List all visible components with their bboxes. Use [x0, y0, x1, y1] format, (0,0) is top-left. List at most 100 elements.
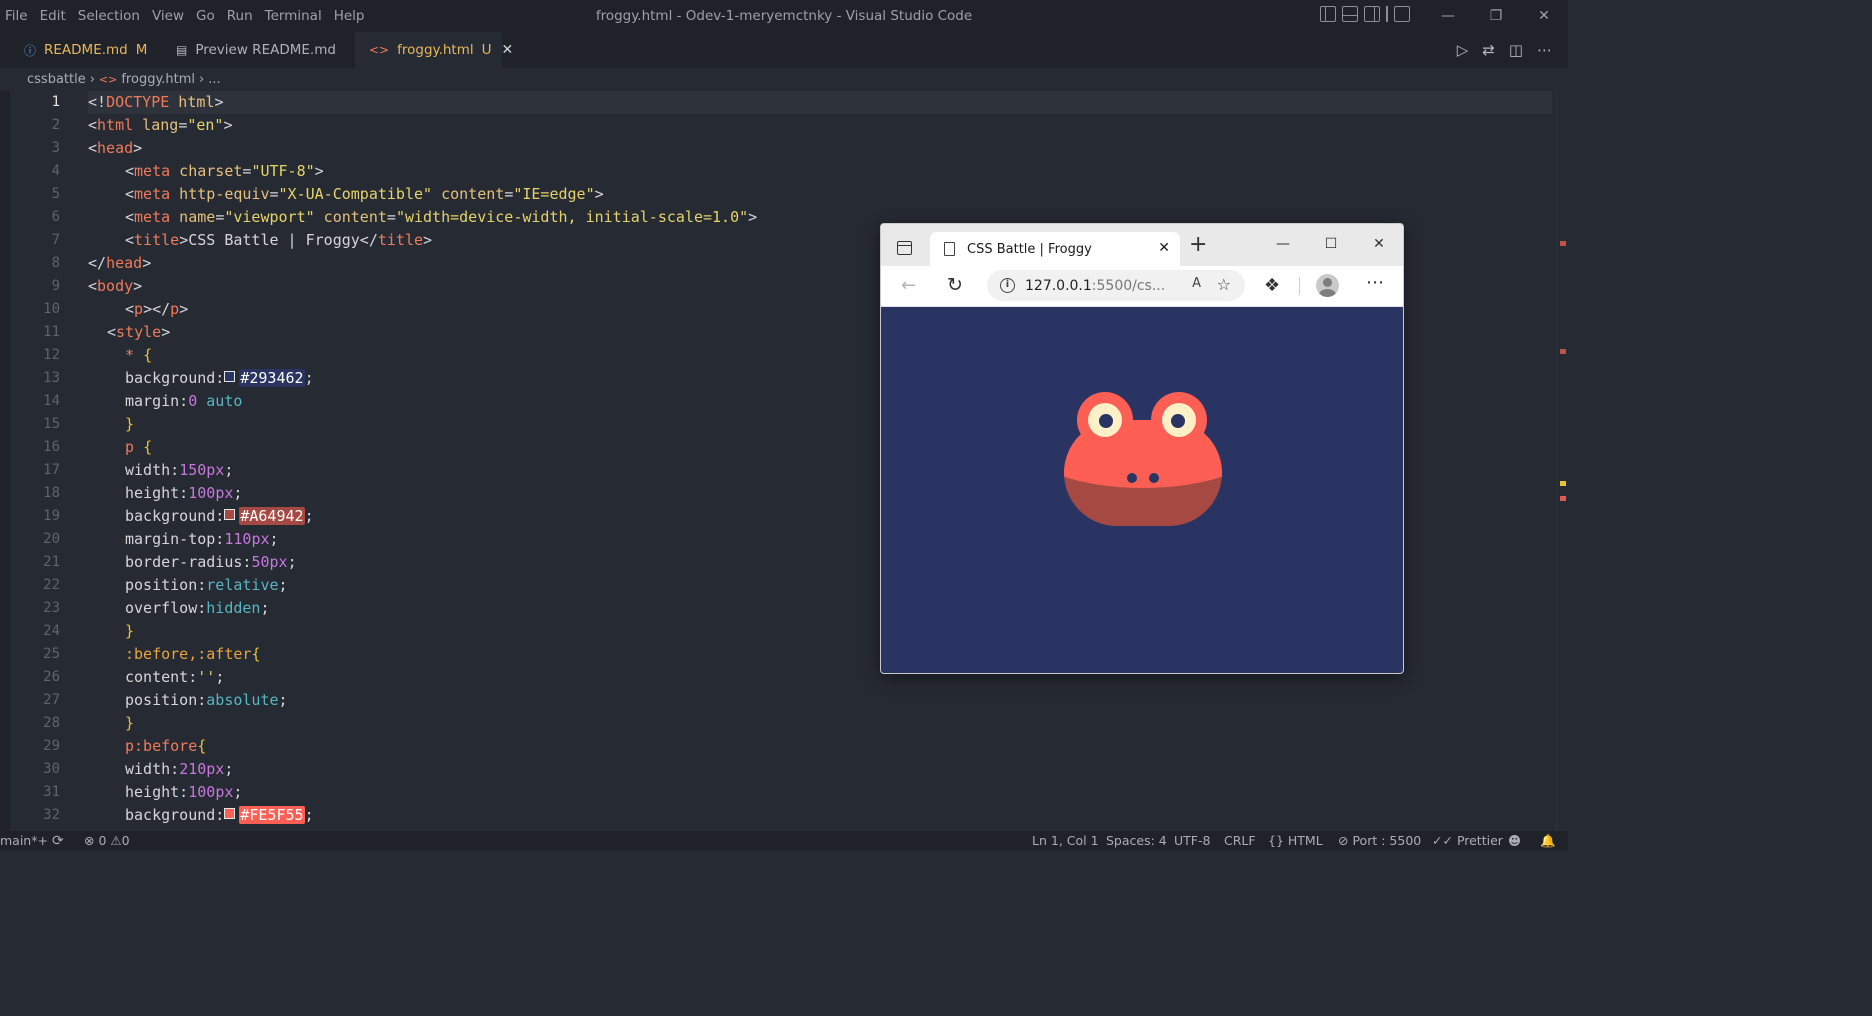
indentation[interactable]: Spaces: 4: [1106, 831, 1167, 851]
code-line: content:'';: [125, 668, 225, 686]
code-line: }: [125, 622, 135, 640]
color-hex: #FE5F55: [239, 806, 305, 824]
sidebar-icon[interactable]: [897, 241, 912, 255]
cursor-position[interactable]: Ln 1, Col 1: [1032, 831, 1099, 851]
color-swatch[interactable]: [224, 808, 236, 819]
live-server-port[interactable]: ⊘ Port : 5500: [1338, 831, 1421, 851]
extensions-icon[interactable]: ❖: [1264, 275, 1280, 296]
compare-icon[interactable]: ⇄: [1482, 41, 1495, 59]
close-icon[interactable]: ✕: [1158, 240, 1170, 256]
end-of-line[interactable]: CRLF: [1224, 831, 1256, 851]
line-number: 15: [43, 416, 60, 432]
menu-selection[interactable]: Selection: [72, 8, 146, 24]
menu-view[interactable]: View: [146, 8, 190, 24]
html-file-icon: <>: [369, 43, 390, 57]
split-editor-icon[interactable]: ◫: [1509, 41, 1523, 59]
browser-close-button[interactable]: ✕: [1355, 224, 1403, 264]
browser-toolbar: ← ↻ i 127.0.0.1:5500/cs... A ☆ ❖ ⋯: [881, 266, 1403, 307]
breadcrumb-folder[interactable]: cssbattle: [27, 72, 86, 87]
code-line: <title>CSS Battle | Froggy</title>: [125, 231, 433, 249]
minimize-button[interactable]: —: [1424, 0, 1472, 32]
frog-pupil-left: [1099, 414, 1113, 428]
ruler-marker: [1560, 349, 1566, 354]
code-line: }: [125, 714, 135, 732]
color-swatch[interactable]: [224, 371, 236, 382]
code-line: background: #293462;: [125, 369, 314, 387]
profile-icon[interactable]: [1316, 274, 1339, 297]
more-icon[interactable]: ⋯: [1366, 272, 1385, 293]
tab-preview-readme[interactable]: ▤ Preview README.md: [160, 32, 355, 68]
close-icon[interactable]: ✕: [502, 42, 514, 58]
browser-tab[interactable]: CSS Battle | Froggy ✕: [930, 232, 1180, 266]
browser-window[interactable]: CSS Battle | Froggy ✕ + — ☐ ✕ ← ↻ i 127.…: [880, 223, 1404, 674]
braces-icon: {}: [1268, 833, 1284, 848]
warning-icon: ⚠: [110, 833, 122, 848]
bell-icon[interactable]: 🔔: [1540, 831, 1556, 851]
line-number: 7: [51, 232, 60, 248]
code-line: margin:0 auto: [125, 392, 243, 410]
url-text: 127.0.0.1:5500/cs...: [1025, 277, 1166, 294]
code-line: <style>: [107, 323, 171, 341]
toggle-primary-sidebar-icon[interactable]: [1320, 6, 1336, 22]
browser-maximize-button[interactable]: ☐: [1307, 224, 1355, 264]
line-number: 20: [43, 531, 60, 547]
toggle-secondary-sidebar-icon[interactable]: [1364, 6, 1380, 22]
tab-readme[interactable]: ⓘ README.md M: [0, 32, 160, 68]
frog-face: [1064, 420, 1222, 488]
branch-indicator[interactable]: main*+: [0, 831, 48, 851]
check-icon: ✓✓: [1432, 833, 1453, 848]
status-bar: main*+ ⟳ ⊗ 0 ⚠0 Ln 1, Col 1 Spaces: 4 UT…: [0, 831, 1568, 851]
toggle-panel-icon[interactable]: [1342, 6, 1358, 22]
color-swatch[interactable]: [224, 509, 236, 520]
code-line: position:absolute;: [125, 691, 288, 709]
menu-go[interactable]: Go: [190, 8, 221, 24]
menu-file[interactable]: File: [0, 8, 34, 24]
prettier-status[interactable]: ✓✓ Prettier: [1432, 831, 1503, 851]
reload-icon[interactable]: ↻: [947, 274, 963, 296]
browser-minimize-button[interactable]: —: [1259, 224, 1307, 264]
line-number: 10: [43, 301, 60, 317]
read-aloud-icon[interactable]: A: [1192, 276, 1201, 291]
ruler-marker: [1560, 481, 1566, 486]
customize-layout-icon[interactable]: [1393, 6, 1410, 22]
frog-nostril-left: [1127, 473, 1137, 483]
overview-ruler[interactable]: [1556, 91, 1568, 831]
site-info-icon[interactable]: i: [1000, 278, 1015, 293]
line-number: 31: [43, 784, 60, 800]
info-icon: ⓘ: [24, 43, 37, 58]
menu-edit[interactable]: Edit: [34, 8, 72, 24]
feedback-icon[interactable]: ☻: [1508, 831, 1521, 851]
tab-froggy-html[interactable]: <> froggy.html U ✕: [355, 32, 513, 68]
code-line: background: #FE5F55;: [125, 806, 314, 824]
code-line: <html lang="en">: [88, 116, 233, 134]
sync-icon[interactable]: ⟳: [52, 831, 64, 851]
menu-help[interactable]: Help: [328, 8, 371, 24]
code-line: <!DOCTYPE html>: [88, 93, 224, 111]
line-number: 28: [43, 715, 60, 731]
breadcrumb-more[interactable]: ...: [208, 72, 220, 87]
language-mode[interactable]: {} HTML: [1268, 831, 1323, 851]
run-icon[interactable]: ▷: [1457, 41, 1469, 59]
line-number: 5: [51, 186, 60, 202]
chevron-right-icon: ›: [89, 72, 95, 87]
code-line: position:relative;: [125, 576, 288, 594]
new-tab-icon[interactable]: +: [1189, 234, 1207, 256]
code-line: height:100px;: [125, 484, 243, 502]
menu-terminal[interactable]: Terminal: [259, 8, 328, 24]
code-line: <p></p>: [125, 300, 189, 318]
address-bar[interactable]: i 127.0.0.1:5500/cs... A ☆: [987, 270, 1245, 301]
more-icon[interactable]: ⋯: [1537, 41, 1552, 59]
menu-run[interactable]: Run: [221, 8, 259, 24]
close-window-button[interactable]: ✕: [1520, 0, 1568, 32]
encoding[interactable]: UTF-8: [1174, 831, 1210, 851]
restore-button[interactable]: ❐: [1472, 0, 1520, 32]
browser-tab-strip: CSS Battle | Froggy ✕ + — ☐ ✕: [881, 224, 1403, 266]
problems-indicator[interactable]: ⊗ 0 ⚠0: [84, 831, 130, 851]
breadcrumb-file[interactable]: froggy.html: [121, 72, 195, 87]
back-arrow-icon[interactable]: ←: [901, 275, 916, 296]
line-number: 17: [43, 462, 60, 478]
activity-bar-edge: [0, 91, 10, 831]
tab-label: froggy.html: [397, 42, 474, 58]
line-number: 18: [43, 485, 60, 501]
star-add-icon[interactable]: ☆: [1217, 275, 1231, 294]
